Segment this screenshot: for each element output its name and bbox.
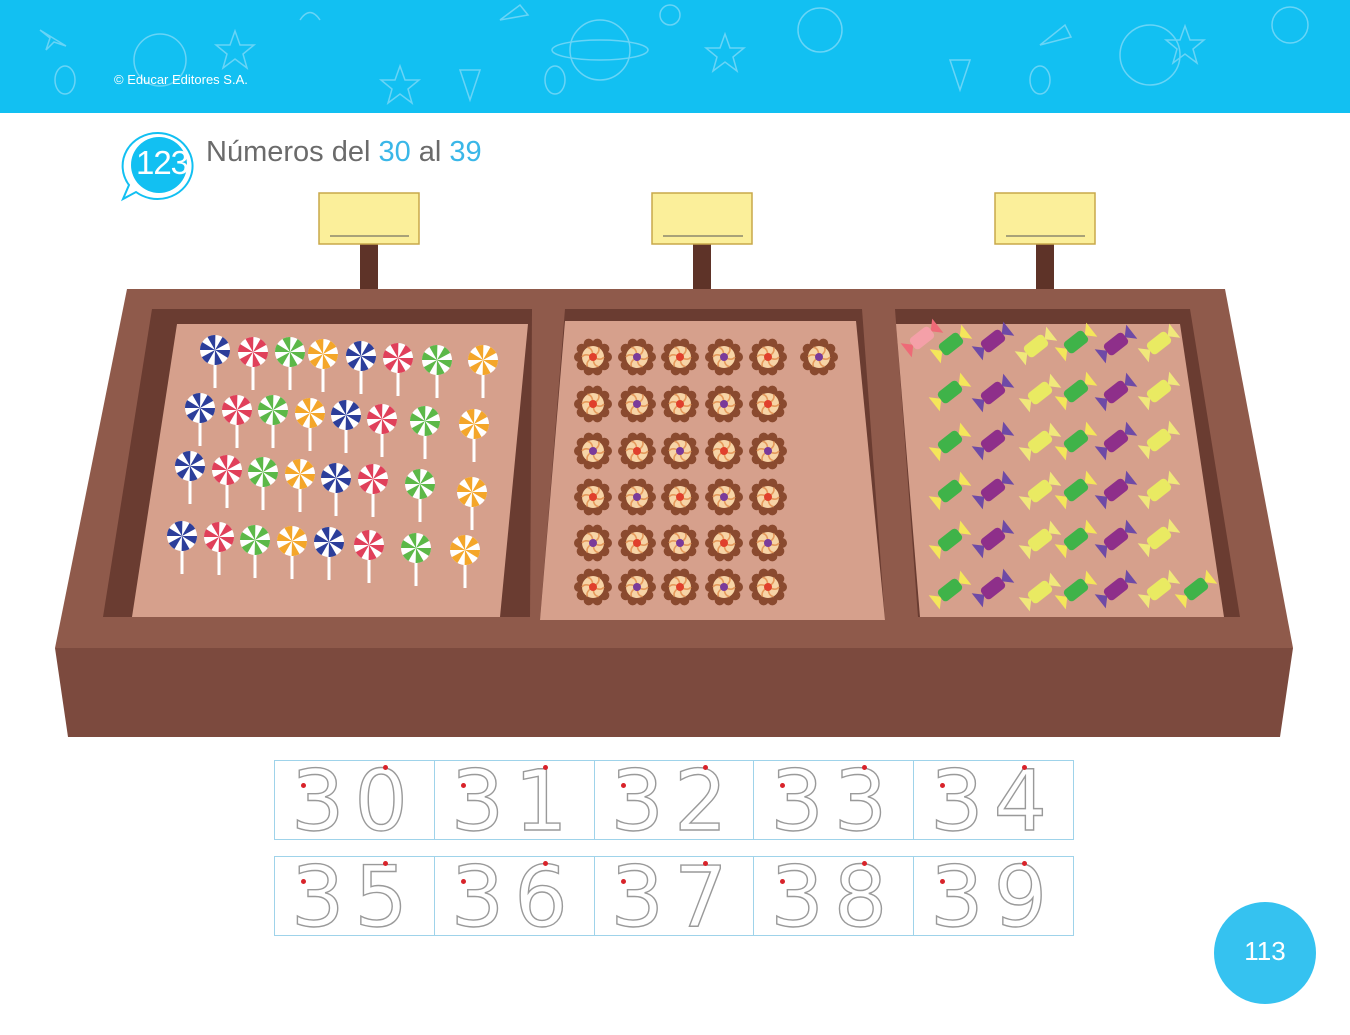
cookie bbox=[574, 432, 612, 470]
cookie bbox=[705, 338, 743, 376]
sign-1 bbox=[318, 192, 420, 292]
trace-number-30[interactable]: 30 bbox=[275, 752, 435, 850]
trace-digits: 35 bbox=[290, 848, 418, 946]
trace-number-38[interactable]: 38 bbox=[754, 848, 915, 946]
trace-digits: 38 bbox=[770, 848, 898, 946]
tracing-practice: 30 31 32 33 34 35 36 37 38 39 bbox=[274, 752, 1074, 952]
start-dot bbox=[702, 765, 708, 770]
trace-number-39[interactable]: 39 bbox=[914, 848, 1073, 945]
cookie bbox=[618, 432, 656, 470]
cookie bbox=[749, 478, 787, 516]
cookie bbox=[661, 385, 699, 423]
cookie bbox=[661, 432, 699, 470]
trace-digits: 32 bbox=[610, 752, 738, 850]
start-dot bbox=[301, 879, 306, 884]
cookie bbox=[749, 568, 787, 606]
cookie bbox=[749, 432, 787, 470]
cookie bbox=[574, 568, 612, 606]
cookie bbox=[705, 432, 743, 470]
start-dot bbox=[620, 879, 626, 884]
cookie bbox=[618, 568, 656, 606]
start-dot bbox=[383, 861, 388, 866]
cookie bbox=[618, 478, 656, 516]
trace-number-36[interactable]: 36 bbox=[435, 848, 595, 946]
tracing-row-1: 30 31 32 33 34 bbox=[274, 752, 1074, 850]
counter-front bbox=[55, 648, 1293, 737]
cookie bbox=[661, 338, 699, 376]
cookie bbox=[749, 524, 787, 562]
cookie bbox=[749, 338, 787, 376]
cookie bbox=[574, 385, 612, 423]
trace-digits: 33 bbox=[770, 752, 898, 850]
cookie bbox=[800, 338, 838, 376]
trace-digits: 39 bbox=[929, 848, 1058, 946]
trace-number-32[interactable]: 32 bbox=[595, 752, 755, 850]
cookie bbox=[749, 385, 787, 423]
cookie bbox=[661, 478, 699, 516]
cookie bbox=[618, 338, 656, 376]
start-dot bbox=[383, 765, 388, 770]
trace-number-33[interactable]: 33 bbox=[754, 752, 915, 850]
sign-3 bbox=[994, 192, 1096, 292]
start-dot bbox=[301, 783, 306, 788]
cookie bbox=[618, 524, 656, 562]
cookie bbox=[705, 478, 743, 516]
trace-digits: 31 bbox=[450, 752, 578, 850]
trace-number-35[interactable]: 35 bbox=[275, 848, 435, 946]
trace-digits: 30 bbox=[290, 752, 418, 850]
start-dot bbox=[542, 765, 548, 770]
page-number: 113 bbox=[1244, 936, 1286, 966]
candy-store-counter bbox=[55, 192, 1293, 737]
trace-digits: 36 bbox=[450, 848, 578, 946]
cookie bbox=[705, 524, 743, 562]
trace-number-34[interactable]: 34 bbox=[914, 752, 1073, 849]
start-dot bbox=[702, 861, 708, 866]
trace-digits: 34 bbox=[929, 752, 1058, 850]
trace-digits: 37 bbox=[610, 848, 738, 946]
cookie bbox=[574, 524, 612, 562]
trace-number-37[interactable]: 37 bbox=[595, 848, 755, 946]
cookie bbox=[661, 568, 699, 606]
sign-2 bbox=[651, 192, 753, 292]
cookie bbox=[705, 385, 743, 423]
start-dot bbox=[620, 783, 626, 788]
trace-number-31[interactable]: 31 bbox=[435, 752, 595, 850]
cookie bbox=[574, 338, 612, 376]
cookie bbox=[618, 385, 656, 423]
cookie bbox=[574, 478, 612, 516]
start-dot bbox=[460, 783, 466, 788]
cookie bbox=[705, 568, 743, 606]
cookie bbox=[661, 524, 699, 562]
start-dot bbox=[460, 879, 466, 884]
tray-candies bbox=[896, 324, 1224, 617]
tracing-row-2: 35 36 37 38 39 bbox=[274, 848, 1074, 946]
start-dot bbox=[542, 861, 548, 866]
